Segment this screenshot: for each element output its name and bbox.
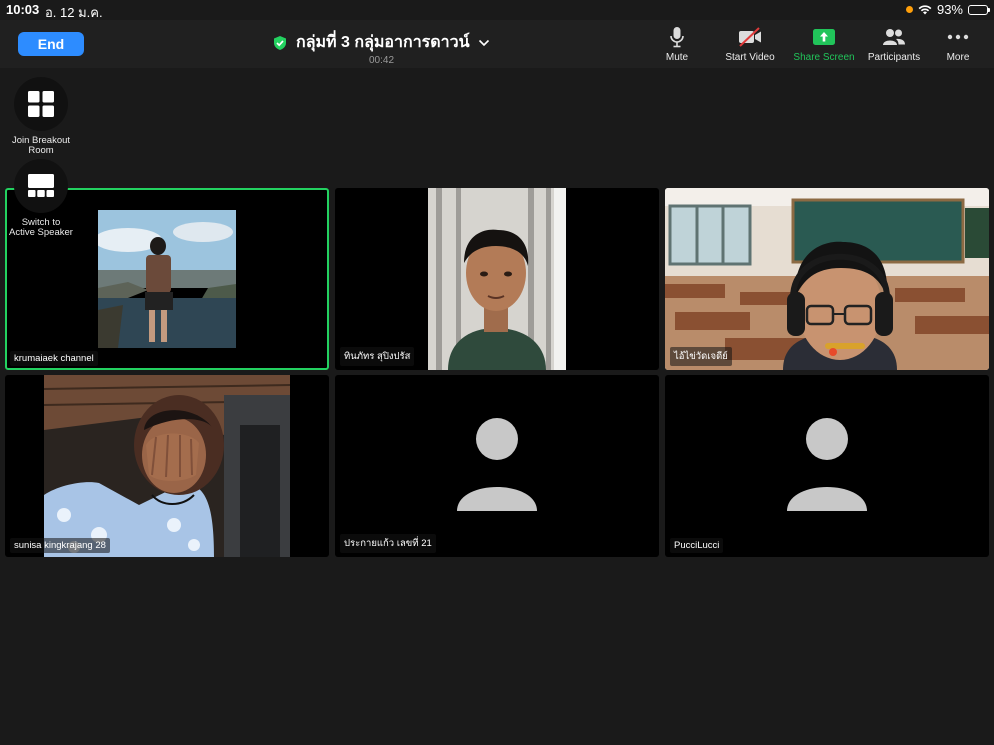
shield-check-icon bbox=[274, 35, 286, 50]
switch-label: Switch to Active Speaker bbox=[9, 217, 73, 238]
participant-name: ประกายแก้ว เลขที่ 21 bbox=[340, 534, 436, 553]
switch-to-active-speaker-button[interactable]: Switch to Active Speaker bbox=[8, 159, 74, 238]
clock: 10:03 bbox=[6, 2, 40, 17]
start-video-label: Start Video bbox=[725, 52, 775, 63]
switch-circle bbox=[14, 159, 68, 213]
speaker-view-icon bbox=[28, 174, 54, 197]
participant-video bbox=[44, 375, 290, 557]
status-bar: 10:03 อ. 12 ม.ค. 93% bbox=[0, 0, 994, 20]
avatar-placeholder-icon bbox=[787, 418, 867, 511]
meeting-title: กลุ่มที่ 3 กลุ่มอาการดาวน์ bbox=[296, 34, 470, 51]
meeting-title-dropdown[interactable]: กลุ่มที่ 3 กลุ่มอาการดาวน์ bbox=[272, 30, 490, 55]
share-screen-icon bbox=[813, 29, 835, 45]
join-breakout-room-button[interactable]: Join Breakout Room bbox=[8, 77, 74, 156]
meeting-toolbar: End กลุ่มที่ 3 กลุ่มอาการดาวน์ 00:42 Mut… bbox=[0, 20, 994, 68]
microphone-icon bbox=[670, 27, 684, 48]
participants-button[interactable]: Participants bbox=[864, 26, 924, 63]
status-indicators: 93% bbox=[905, 2, 990, 17]
mute-button[interactable]: Mute bbox=[662, 26, 692, 63]
more-dots-icon bbox=[947, 34, 969, 40]
battery-percent: 93% bbox=[936, 2, 963, 17]
end-button[interactable]: End bbox=[18, 32, 84, 56]
mute-label: Mute bbox=[665, 52, 689, 63]
video-tile[interactable]: ไอ้ไข่วัดเจดีย์ bbox=[665, 188, 989, 370]
breakout-circle bbox=[14, 77, 68, 131]
more-button[interactable]: More bbox=[943, 26, 973, 63]
video-off-icon bbox=[739, 27, 761, 47]
breakout-label: Join Breakout Room bbox=[11, 135, 71, 156]
video-tile[interactable]: PucciLucci bbox=[665, 375, 989, 557]
start-video-button[interactable]: Start Video bbox=[722, 26, 778, 63]
participant-video bbox=[98, 210, 236, 348]
share-screen-button[interactable]: Share Screen bbox=[790, 26, 858, 63]
share-screen-label: Share Screen bbox=[793, 52, 855, 63]
video-tile[interactable]: sunisa kingkrajang 28 bbox=[5, 375, 329, 557]
participant-name: krumaiaek channel bbox=[10, 351, 98, 366]
wifi-icon bbox=[918, 5, 932, 15]
meeting-timer: 00:42 bbox=[369, 55, 395, 66]
participant-name: ไอ้ไข่วัดเจดีย์ bbox=[670, 347, 732, 366]
participants-icon bbox=[883, 29, 905, 45]
video-tile[interactable]: ทินภัทร สุปิงปรัส bbox=[335, 188, 659, 370]
battery-icon bbox=[968, 4, 990, 15]
participant-video bbox=[665, 188, 989, 370]
more-label: More bbox=[946, 52, 970, 63]
chevron-down-icon bbox=[478, 39, 489, 46]
video-tile[interactable]: ประกายแก้ว เลขที่ 21 bbox=[335, 375, 659, 557]
participant-name: PucciLucci bbox=[670, 538, 724, 553]
avatar-placeholder-icon bbox=[457, 418, 537, 511]
participant-name: ทินภัทร สุปิงปรัส bbox=[340, 347, 415, 366]
mic-in-use-indicator-icon bbox=[905, 6, 913, 13]
participant-video bbox=[428, 188, 566, 370]
participants-label: Participants bbox=[867, 52, 921, 63]
participant-name: sunisa kingkrajang 28 bbox=[10, 538, 110, 553]
grid-icon bbox=[28, 91, 54, 117]
